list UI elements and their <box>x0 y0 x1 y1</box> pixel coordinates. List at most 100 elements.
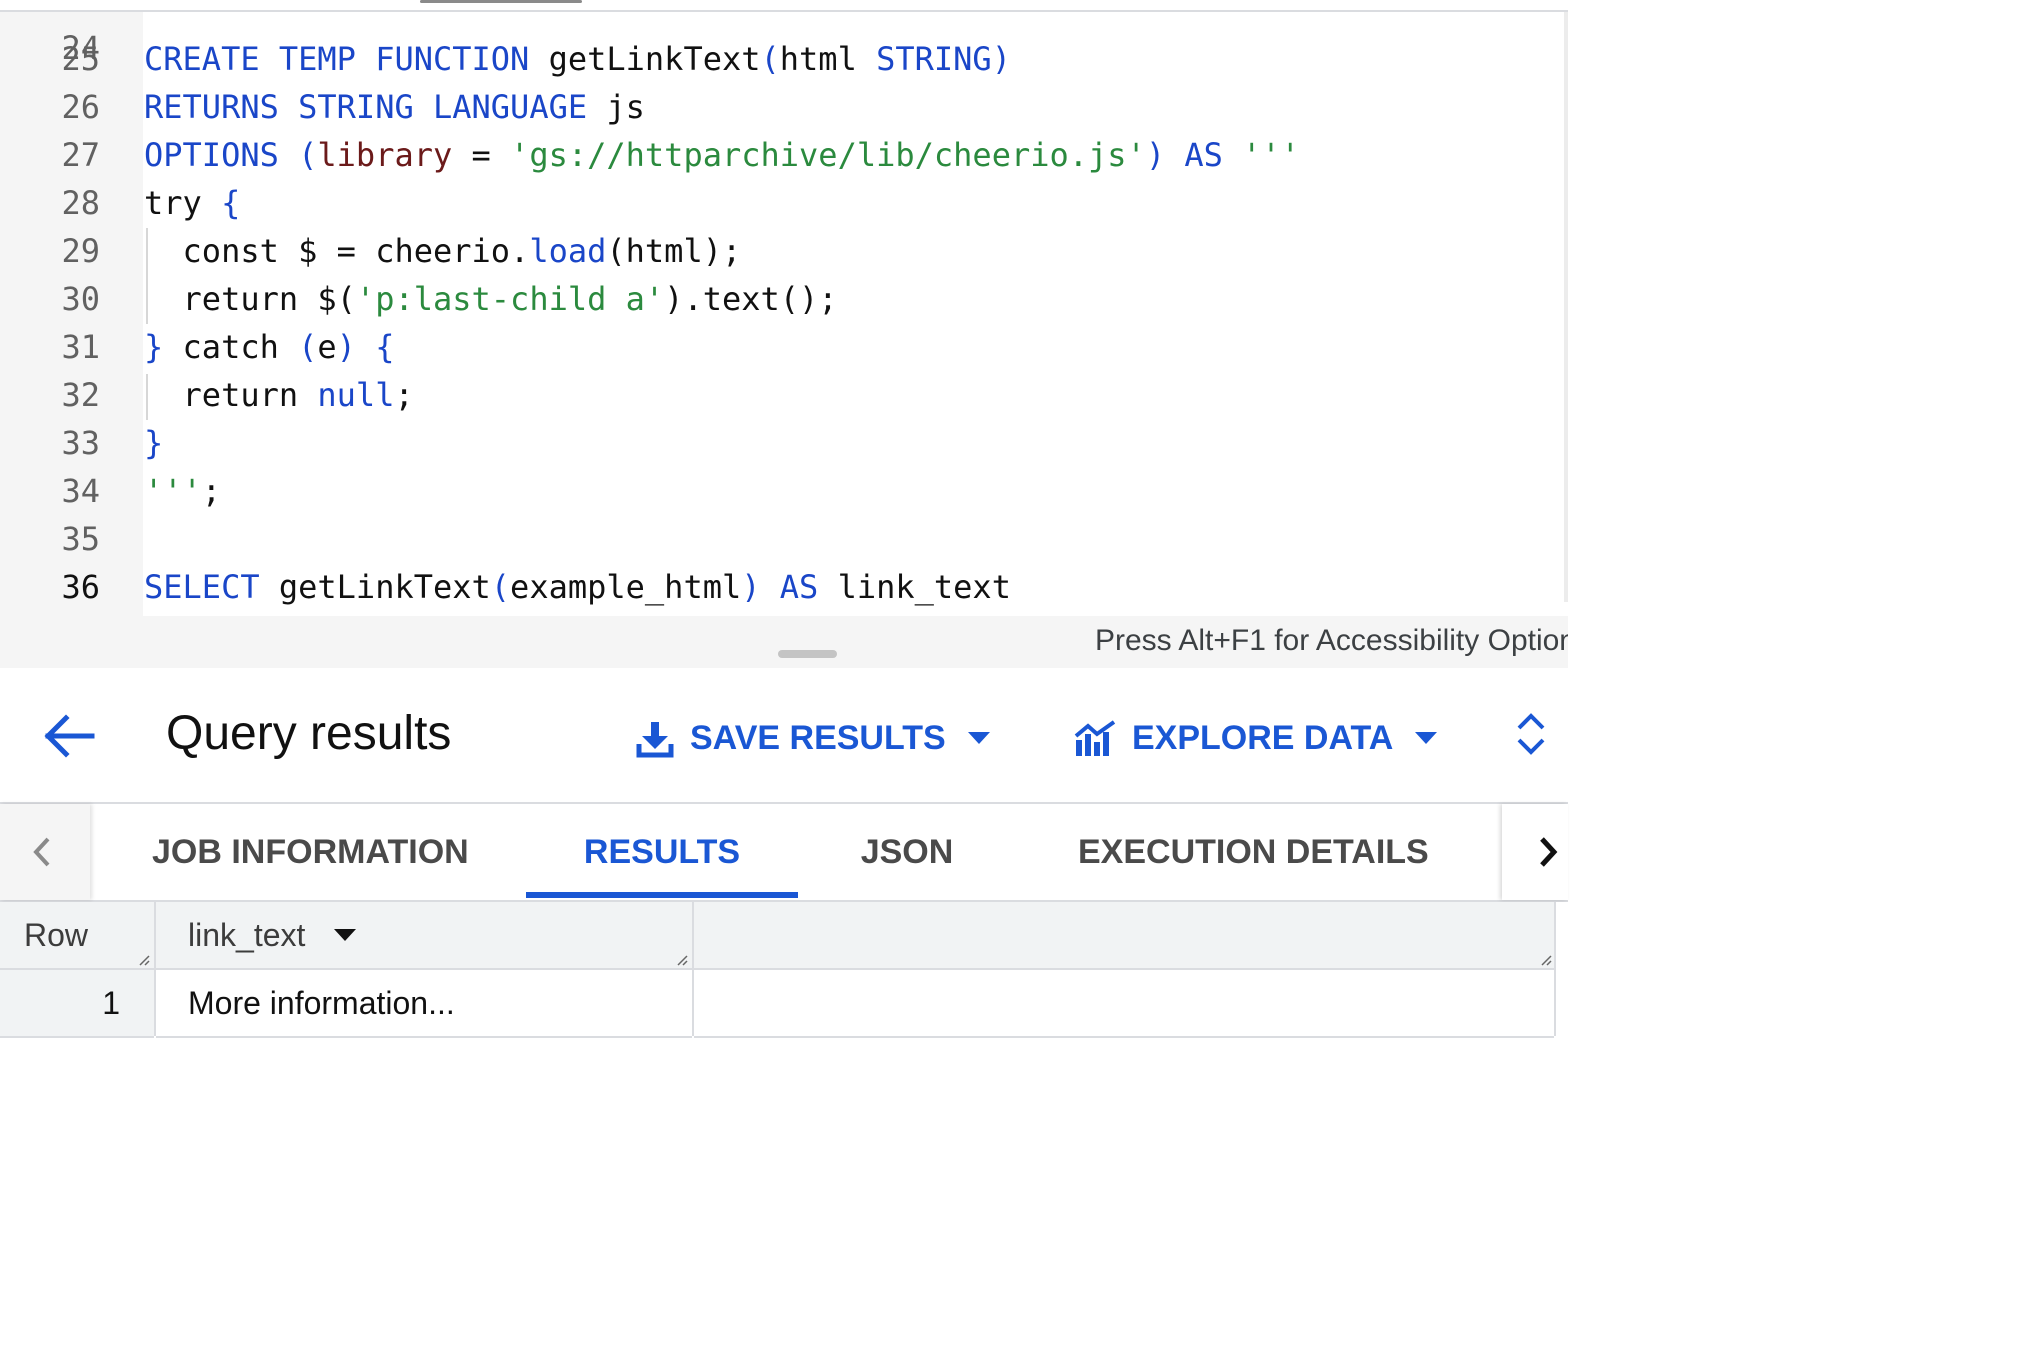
column-header-link-text[interactable]: link_text <box>156 902 692 970</box>
explore-data-button[interactable]: EXPLORE DATA <box>1074 708 1438 768</box>
save-results-button[interactable]: SAVE RESULTS <box>636 708 990 768</box>
code-token: CREATE TEMP FUNCTION <box>144 40 549 78</box>
code-token: 'p:last-child a' <box>355 280 665 318</box>
page-title: Query results <box>166 707 452 760</box>
column-divider <box>1554 902 1556 1036</box>
code-token: ( <box>760 40 780 78</box>
code-token: try <box>144 184 222 222</box>
line-number: 36 <box>61 568 100 606</box>
code-line: 24 <box>0 0 1560 67</box>
code-token: (html); <box>606 232 742 270</box>
code-line: 34 '''; <box>0 467 1560 515</box>
code-text: SELECT getLinkText(example_html) AS link… <box>144 563 1011 611</box>
code-token: ''' <box>1242 136 1300 174</box>
expand-collapse-toggle[interactable] <box>1514 710 1548 758</box>
code-text: } <box>144 419 163 467</box>
line-number: 29 <box>61 232 100 270</box>
code-line: 26 RETURNS STRING LANGUAGE js <box>0 83 1560 131</box>
code-token: ; <box>201 472 222 510</box>
cell-value: More information... <box>188 985 455 1021</box>
column-resize-grip[interactable] <box>1540 954 1552 966</box>
code-line: 28 try { <box>0 179 1560 227</box>
save-results-label: SAVE RESULTS <box>690 718 946 757</box>
code-token: ) AS <box>1145 136 1243 174</box>
results-table: Row link_text 1 More information... <box>0 902 1568 1040</box>
column-header-empty <box>694 902 1554 970</box>
line-number: 31 <box>61 328 100 366</box>
table-cell-link-text[interactable]: More information... <box>156 970 692 1038</box>
tab-scroll-left-button[interactable] <box>0 804 90 900</box>
line-number: 34 <box>61 472 100 510</box>
tab-json[interactable]: JSON <box>852 804 962 900</box>
code-text: return null; <box>144 371 414 419</box>
code-token: 'gs://httparchive/lib/cheerio.js' <box>510 136 1146 174</box>
row-number-cell: 1 <box>0 970 154 1038</box>
column-header-label: link_text <box>188 917 306 953</box>
table-cell-empty <box>694 970 1554 1038</box>
code-token: js <box>606 88 645 126</box>
column-resize-grip[interactable] <box>676 954 688 966</box>
code-token: SELECT <box>144 568 279 606</box>
code-text: try { <box>144 179 240 227</box>
code-text: '''; <box>144 467 221 515</box>
tab-results[interactable]: RESULTS <box>526 804 798 900</box>
code-token: getLinkText <box>278 568 491 606</box>
code-line: 32 return null; <box>0 371 1560 419</box>
caret-down-icon <box>967 732 990 744</box>
code-token: link_text <box>837 568 1011 606</box>
code-token: e <box>317 328 337 366</box>
arrow-left-icon <box>44 714 95 758</box>
panel-resize-handle[interactable] <box>778 650 837 658</box>
code-token: ) { <box>336 328 395 366</box>
tab-scroll-right-button[interactable] <box>1502 804 1568 900</box>
query-results-header: Query results SAVE RESULTS EXPLORE DATA <box>0 670 1568 804</box>
accessibility-hint: Press Alt+F1 for Accessibility Option <box>1094 624 1568 657</box>
code-token: return <box>144 376 318 414</box>
column-divider <box>692 902 694 1036</box>
unfold-icon <box>1517 713 1545 755</box>
column-divider <box>154 902 156 1036</box>
code-line: 36 SELECT getLinkText(example_html) AS li… <box>0 563 1560 611</box>
code-token: ''' <box>144 472 202 510</box>
indent-guide <box>146 374 148 420</box>
results-tabs: JOB INFORMATION RESULTS JSON EXECUTION D… <box>0 804 1568 902</box>
tab-execution-details[interactable]: EXECUTION DETAILS <box>1078 804 1429 900</box>
sort-caret-down-icon[interactable] <box>334 929 356 941</box>
code-token: null <box>317 376 395 414</box>
code-token: ).text(); <box>664 280 838 318</box>
back-button[interactable] <box>38 710 98 762</box>
code-token: return $( <box>144 280 356 318</box>
line-number: 32 <box>61 376 100 414</box>
code-line: 29 const $ = cheerio.load(html); <box>0 227 1560 275</box>
sql-editor[interactable]: 24 25 CREATE TEMP FUNCTION getLinkText(ht… <box>0 0 1568 668</box>
code-token: } <box>144 328 183 366</box>
code-line: 35 <box>0 515 1560 563</box>
code-token: const $ = cheerio. <box>144 232 530 270</box>
code-line: 27 OPTIONS (library = 'gs://httparchive/l… <box>0 131 1560 179</box>
explore-data-label: EXPLORE DATA <box>1132 718 1394 757</box>
code-token: STRING) <box>876 40 1011 78</box>
code-token: = <box>452 136 511 174</box>
chevron-right-icon <box>1540 837 1558 867</box>
code-text: const $ = cheerio.load(html); <box>144 227 742 275</box>
chart-analytics-icon <box>1074 720 1116 756</box>
code-token: ( <box>298 328 318 366</box>
line-number: 30 <box>61 280 100 318</box>
column-header-label: Row <box>24 917 89 953</box>
code-token: RETURNS STRING LANGUAGE <box>144 88 607 126</box>
code-lines[interactable]: 24 25 CREATE TEMP FUNCTION getLinkText(ht… <box>0 0 1560 616</box>
code-token: library <box>317 136 453 174</box>
active-tab-indicator <box>526 892 798 898</box>
code-line: 31} catch (e) { <box>0 323 1560 371</box>
accessibility-bar: Press Alt+F1 for Accessibility Option <box>0 616 1568 668</box>
code-line: 25 CREATE TEMP FUNCTION getLinkText(html … <box>0 35 1560 83</box>
editor-scrollbar[interactable] <box>1564 12 1568 602</box>
column-resize-grip[interactable] <box>138 954 150 966</box>
code-token: catch <box>182 328 299 366</box>
column-header-row: Row <box>0 902 154 970</box>
code-text: CREATE TEMP FUNCTION getLinkText(html ST… <box>144 35 1011 83</box>
chevron-left-icon <box>33 837 50 867</box>
tab-job-information[interactable]: JOB INFORMATION <box>152 804 469 900</box>
line-number: 25 <box>61 40 100 78</box>
download-icon <box>636 722 674 758</box>
